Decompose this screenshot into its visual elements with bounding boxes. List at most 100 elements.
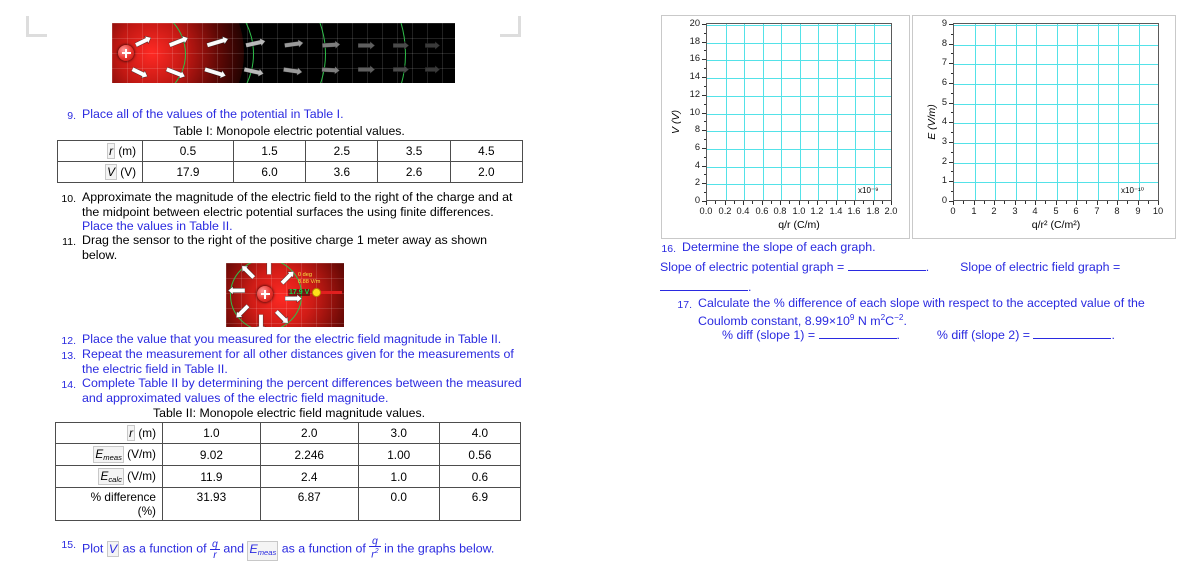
gridline-horizontal	[707, 60, 891, 61]
x-axis-tick	[1056, 201, 1057, 205]
table-2-cell: 1.00	[358, 444, 439, 466]
gridline-vertical	[975, 24, 976, 200]
y-axis-tick	[702, 148, 706, 149]
y-axis-tick-label: 8	[923, 38, 947, 48]
x-axis-minor-tick	[845, 201, 846, 204]
y-axis-tick	[949, 181, 953, 182]
x-axis-tick	[1035, 201, 1036, 205]
x-axis-minor-tick	[715, 201, 716, 204]
x-axis-tick	[817, 201, 818, 205]
electric-field-x-exponent: x10⁻¹⁰	[1121, 186, 1144, 195]
x-axis-minor-tick	[882, 201, 883, 204]
y-axis-tick-label: 5	[923, 97, 947, 107]
question-17-constant-exponent: 9	[850, 313, 855, 322]
gridline-horizontal	[707, 184, 891, 185]
question-17-answer-1[interactable]	[819, 327, 897, 339]
x-axis-minor-tick	[1004, 201, 1005, 204]
table-1-cell: 0.5	[143, 141, 234, 162]
x-axis-minor-tick	[1025, 201, 1026, 204]
table-2-cell: 0.6	[439, 466, 520, 488]
y-axis-tick	[949, 162, 953, 163]
simulation-screenshot-sensor: 17.9 V 0 deg 8.88 V/m	[226, 263, 344, 327]
gridline-vertical	[1057, 24, 1058, 200]
y-axis-minor-tick	[951, 93, 954, 94]
question-16-number: 16.	[654, 240, 676, 256]
positive-charge[interactable]	[118, 45, 134, 61]
field-vector-arrow	[358, 61, 375, 70]
question-16-answer-2[interactable]	[660, 279, 748, 291]
y-axis-tick	[949, 142, 953, 143]
y-axis-tick	[702, 166, 706, 167]
question-16-label-2: Slope of electric field graph =	[960, 260, 1120, 274]
table-2-row-2-unit: (V/m)	[127, 469, 156, 483]
question-16-label-1: Slope of electric potential graph =	[660, 260, 844, 274]
gridline-horizontal	[707, 43, 891, 44]
table-2-cell: 0.56	[439, 444, 520, 466]
sensor-field-vector	[318, 291, 342, 294]
question-15-text-4: as a function of	[282, 542, 366, 556]
question-17-answer-2[interactable]	[1033, 327, 1111, 339]
field-vector-arrow	[228, 290, 245, 299]
electric-potential-x-exponent: x10⁻⁹	[858, 186, 879, 195]
gridline-vertical	[1036, 24, 1037, 200]
y-axis-tick-label: 14	[676, 71, 700, 81]
y-axis-tick-label: 6	[676, 142, 700, 152]
table-2-row-3-unit: (%)	[138, 504, 156, 518]
sensor-probe-dot[interactable]	[312, 288, 321, 297]
question-17-text-1: Calculate the % difference of each slope…	[698, 296, 1145, 328]
question-10: 10. Approximate the magnitude of the ele…	[54, 190, 524, 234]
electric-potential-graph-xlabel: q/r (C/m)	[706, 219, 892, 231]
y-axis-tick-label: 3	[923, 136, 947, 146]
y-axis-minor-tick	[704, 68, 707, 69]
y-axis-tick-label: 16	[676, 53, 700, 63]
x-axis-minor-tick	[863, 201, 864, 204]
question-17-label-2: % diff (slope 2) =	[937, 328, 1030, 342]
table-2-row-1-sub: meas	[103, 453, 122, 462]
question-16-answer-1[interactable]	[848, 259, 926, 271]
gridline-vertical	[763, 24, 764, 200]
x-axis-tick	[953, 201, 954, 205]
y-axis-minor-tick	[951, 73, 954, 74]
x-axis-minor-tick	[1127, 201, 1128, 204]
gridline-horizontal	[707, 131, 891, 132]
y-axis-tick	[702, 183, 706, 184]
gridline-vertical	[1098, 24, 1099, 200]
table-1: r (m) 0.5 1.5 2.5 3.5 4.5 V (V) 17.9 6.0…	[57, 140, 523, 183]
table-1-cell: 2.6	[378, 162, 450, 183]
gridline-horizontal	[707, 96, 891, 97]
gridline-vertical	[837, 24, 838, 200]
electric-field-plot-area	[953, 23, 1159, 201]
x-axis-tick	[780, 201, 781, 205]
x-axis-tick	[854, 201, 855, 205]
x-axis-tick	[762, 201, 763, 205]
y-axis-minor-tick	[704, 139, 707, 140]
x-axis-tick	[891, 201, 892, 205]
x-axis-minor-tick	[808, 201, 809, 204]
y-axis-minor-tick	[951, 132, 954, 133]
worksheet-page: 9. Place all of the values of the potent…	[0, 0, 1200, 558]
question-17-units-1: N m	[858, 314, 881, 328]
y-axis-tick-label: 18	[676, 36, 700, 46]
field-vector-arrow	[425, 37, 440, 46]
question-17: 17. Calculate the % difference of each s…	[670, 296, 1170, 328]
question-17-number: 17.	[670, 296, 692, 312]
table-2-row-3-var: % difference	[91, 490, 156, 504]
field-vector-arrow	[322, 61, 341, 71]
x-axis-tick	[1097, 201, 1098, 205]
table-row: % difference (%) 31.93 6.87 0.0 6.9	[56, 488, 521, 521]
question-15-body: Plot V as a function of qr and Emeas as …	[82, 536, 494, 561]
field-vector-arrow	[285, 290, 302, 299]
table-row: r (m) 1.0 2.0 3.0 4.0	[56, 423, 521, 444]
table-2-cell: 11.9	[163, 466, 261, 488]
y-axis-minor-tick	[951, 171, 954, 172]
field-vector-arrow	[393, 37, 409, 46]
electric-potential-plot-area	[706, 23, 892, 201]
question-15-fraction-1: qr	[210, 539, 220, 560]
table-2-cell: 9.02	[163, 444, 261, 466]
x-axis-minor-tick	[826, 201, 827, 204]
table-2-row-1-unit: (V/m)	[127, 447, 156, 461]
table-1-row-1-unit: (V)	[120, 165, 136, 179]
y-axis-tick	[702, 59, 706, 60]
positive-charge-sensor[interactable]	[257, 286, 273, 302]
x-axis-tick	[974, 201, 975, 205]
